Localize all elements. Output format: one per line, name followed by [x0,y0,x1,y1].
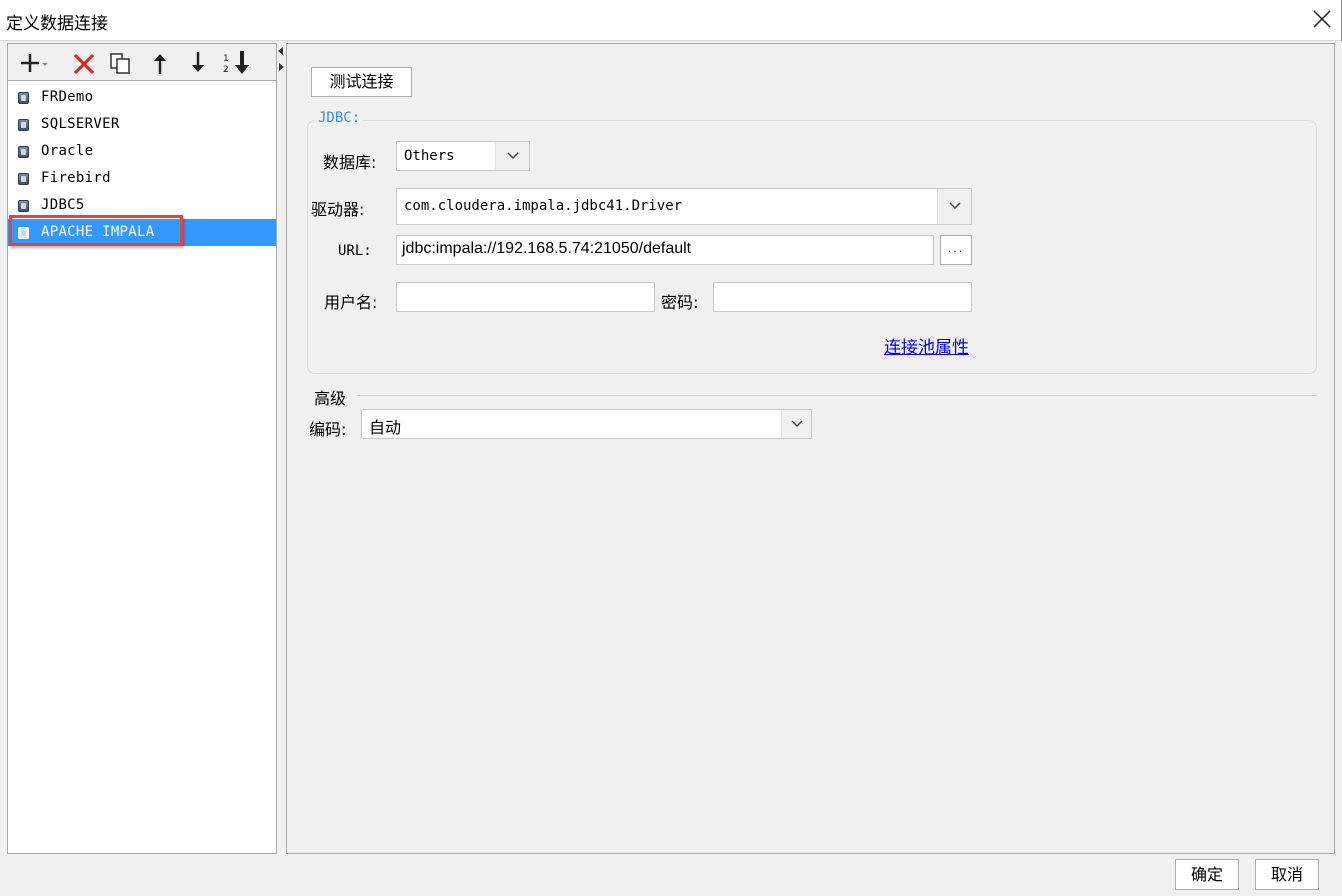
advanced-section-title: 高级 [314,389,347,408]
driver-select[interactable]: com.cloudera.impala.jdbc41.Driver [396,188,972,225]
svg-text:2: 2 [223,65,229,75]
encoding-label: 编码: [309,420,347,439]
pane-splitter[interactable] [277,43,286,854]
connection-label: SQLSERVER [41,116,120,132]
chevron-down-icon [507,152,519,160]
connection-item[interactable]: Oracle [8,138,276,165]
database-icon [18,200,29,212]
driver-dropdown-button[interactable] [937,189,971,224]
connection-settings-pane: 测试连接 JDBC: 数据库: Others 驱动器: com.cloudera… [286,43,1335,854]
driver-select-value: com.cloudera.impala.jdbc41.Driver [404,198,683,214]
jdbc-legend: JDBC: [315,110,364,126]
connection-list: FRDemo SQLSERVER Oracle Firebird JDBC5 A… [8,84,276,246]
url-input[interactable]: jdbc:impala://192.168.5.74:21050/default [396,235,934,265]
database-icon [18,173,29,185]
copy-icon [110,53,130,74]
username-label: 用户名: [324,293,378,312]
svg-text:1: 1 [223,54,229,64]
connection-item[interactable]: JDBC5 [8,192,276,219]
username-input[interactable] [396,282,655,312]
driver-label: 驱动器: [311,200,365,219]
chevron-down-icon [949,202,961,210]
database-icon [18,227,29,239]
sort-icon: 1 2 [223,51,249,75]
connection-label: JDBC5 [41,197,85,213]
url-browse-button[interactable]: ... [940,235,972,265]
encoding-dropdown-button[interactable] [781,410,811,438]
delete-connection-button[interactable] [70,48,100,78]
url-label: URL: [338,243,372,259]
connection-item[interactable]: FRDemo [8,84,276,111]
advanced-divider [357,395,1317,396]
ok-button[interactable]: 确定 [1175,859,1239,890]
database-icon [18,119,29,131]
connection-item[interactable]: SQLSERVER [8,111,276,138]
chevron-down-icon [791,420,803,428]
connection-item[interactable]: Firebird [8,165,276,192]
database-label: 数据库: [323,153,377,172]
close-icon [1313,10,1331,28]
connection-label: FRDemo [41,89,94,105]
sort-button[interactable]: 1 2 [222,48,252,78]
connection-list-pane: 1 2 FRDemo SQLSERVER Oracle Firebird JDB… [7,43,277,854]
collapse-left-icon[interactable] [278,47,283,55]
connection-toolbar: 1 2 [8,44,276,81]
move-down-button[interactable] [184,48,214,78]
database-icon [18,92,29,104]
url-input-value: jdbc:impala://192.168.5.74:21050/default [402,240,692,257]
test-connection-button[interactable]: 测试连接 [311,67,412,97]
connection-pool-link[interactable]: 连接池属性 [884,333,969,358]
database-select-value: Others [404,148,455,164]
connection-label: Firebird [41,170,111,186]
delete-icon [73,53,95,75]
database-dropdown-button[interactable] [495,142,529,170]
encoding-select-value: 自动 [369,418,402,437]
move-down-icon [192,52,204,72]
database-select[interactable]: Others [396,141,530,171]
connection-item-selected[interactable]: APACHE IMPALA [8,219,276,246]
connection-label: APACHE IMPALA [41,224,155,240]
window-title: 定义数据连接 [6,14,108,34]
password-label: 密码: [661,293,699,312]
connection-label: Oracle [41,143,94,159]
add-connection-button[interactable] [18,48,48,78]
close-button[interactable] [1302,0,1342,40]
add-icon [21,54,48,72]
title-bar: 定义数据连接 [0,0,1342,41]
expand-right-icon[interactable] [279,63,284,71]
encoding-select[interactable]: 自动 [361,409,812,439]
move-up-icon [154,54,166,74]
move-up-button[interactable] [146,48,176,78]
password-input[interactable] [713,282,972,312]
cancel-button[interactable]: 取消 [1255,859,1319,890]
copy-connection-button[interactable] [106,48,136,78]
database-icon [18,146,29,158]
